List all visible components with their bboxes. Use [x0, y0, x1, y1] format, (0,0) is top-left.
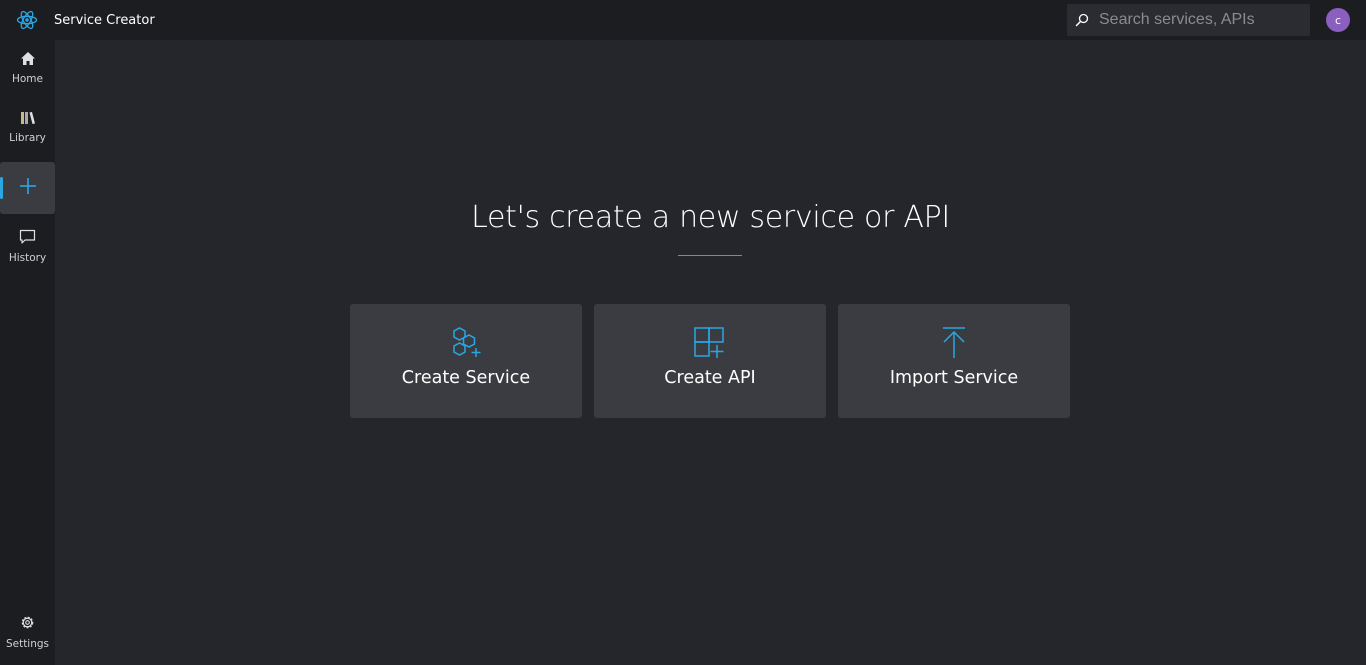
chat-bubble-icon	[19, 229, 36, 249]
card-label: Create Service	[401, 368, 531, 388]
create-api-button[interactable]: Create API	[594, 304, 826, 418]
import-service-button[interactable]: Import Service	[838, 304, 1070, 418]
title-bar: Service Creator c	[0, 0, 1366, 40]
library-icon	[20, 110, 36, 129]
card-label: Create API	[664, 368, 756, 388]
sidebar-item-library[interactable]: Library	[0, 101, 55, 153]
hexagons-plus-icon	[449, 326, 483, 360]
card-label: Import Service	[889, 368, 1019, 388]
sidebar-item-history[interactable]: History	[0, 220, 55, 272]
active-indicator	[0, 177, 3, 199]
sidebar-item-label: Home	[11, 73, 43, 85]
avatar-initial: c	[1334, 13, 1342, 27]
sidebar: Home Library History Settings	[0, 40, 55, 665]
search-icon	[1069, 4, 1095, 36]
upload-arrow-icon	[937, 326, 971, 360]
search-box[interactable]	[1067, 4, 1310, 36]
sidebar-item-label: History	[8, 251, 47, 264]
sidebar-item-home[interactable]: Home	[0, 42, 55, 94]
sidebar-item-create[interactable]	[0, 162, 55, 214]
page-title: Let's create a new service or API	[471, 200, 950, 235]
sidebar-item-label: Settings	[5, 638, 50, 650]
gear-icon	[19, 614, 36, 635]
main-content: Let's create a new service or API Create…	[55, 40, 1366, 665]
sidebar-item-settings[interactable]: Settings	[0, 606, 55, 658]
home-icon	[20, 51, 36, 70]
react-atom-icon	[0, 0, 54, 40]
app-title: Service Creator	[54, 12, 155, 28]
grid-plus-icon	[693, 326, 727, 360]
plus-icon	[19, 177, 37, 199]
search-input[interactable]	[1095, 4, 1310, 36]
avatar[interactable]: c	[1326, 8, 1350, 32]
sidebar-item-label: Library	[9, 132, 46, 144]
title-underline	[678, 255, 742, 256]
create-service-button[interactable]: Create Service	[350, 304, 582, 418]
